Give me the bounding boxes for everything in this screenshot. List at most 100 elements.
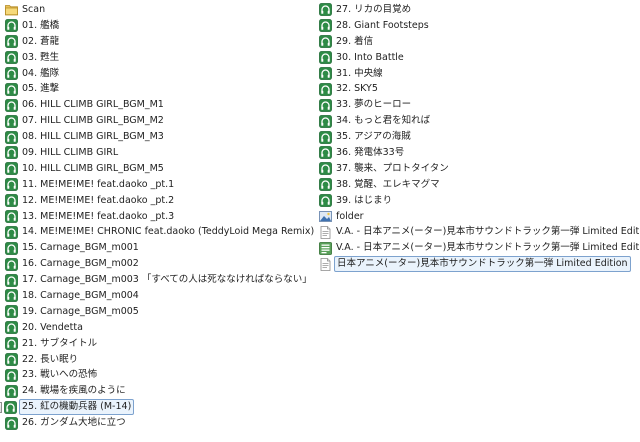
file-item[interactable]: 17. Carnage_BGM_m003 「すべての人は死ななければならない」 [4, 272, 312, 288]
file-item[interactable]: 32. SKY5 [318, 81, 640, 97]
file-item[interactable]: 10. HILL CLIMB GIRL_BGM_M5 [4, 161, 304, 177]
audio-file-icon [5, 82, 18, 96]
file-name-label: 32. SKY5 [336, 83, 378, 95]
file-name-label: 34. もっと君を知れば [336, 115, 431, 127]
file-name-label: V.A. - 日本アニメ(ーター)見本市サウンドトラック第一弾 Limited … [336, 226, 640, 238]
file-item[interactable]: 28. Giant Footsteps [318, 18, 640, 34]
file-item[interactable]: V.A. - 日本アニメ(ーター)見本市サウンドトラック第一弾 Limited … [318, 240, 640, 256]
file-item[interactable]: 31. 中央線 [318, 66, 640, 82]
file-name-label: 23. 戦いへの恐怖 [22, 369, 98, 381]
audio-file-icon [319, 3, 332, 17]
file-item[interactable]: 09. HILL CLIMB GIRL [4, 145, 304, 161]
file-name-label: 35. アジアの海賊 [336, 131, 411, 143]
file-item[interactable]: 23. 戦いへの恐怖 [4, 367, 304, 383]
file-name-label: 13. ME!ME!ME! feat.daoko _pt.3 [22, 210, 175, 222]
file-item[interactable]: 14. ME!ME!ME! CHRONIC feat.daoko (TeddyL… [4, 224, 314, 240]
file-name-label: 16. Carnage_BGM_m002 [22, 258, 139, 270]
file-name-label: 04. 艦隊 [22, 67, 60, 79]
file-name-label: 36. 発電体33号 [336, 146, 405, 158]
audio-file-icon [5, 226, 18, 239]
audio-file-icon [5, 67, 18, 80]
file-item[interactable]: 16. Carnage_BGM_m002 [4, 256, 304, 272]
audio-file-icon [5, 35, 18, 49]
audio-file-icon [5, 162, 18, 176]
file-item[interactable]: 33. 夢のヒーロー [318, 97, 640, 113]
file-item[interactable]: 12. ME!ME!ME! feat.daoko _pt.2 [4, 193, 304, 209]
file-item[interactable]: 27. リカの目覚め [318, 2, 640, 18]
file-item[interactable]: 39. はじまり [318, 193, 640, 209]
file-item[interactable]: 35. アジアの海賊 [318, 129, 640, 145]
file-item[interactable]: 04. 艦隊 [4, 66, 304, 82]
file-name-label: 25. 紅の機動兵器 (M-14) [19, 399, 135, 416]
text-document-icon [319, 257, 332, 271]
file-item[interactable]: 20. Vendetta [4, 320, 304, 336]
file-item[interactable]: 30. Into Battle [318, 50, 640, 66]
audio-file-icon [319, 162, 332, 176]
file-item[interactable]: 08. HILL CLIMB GIRL_BGM_M3 [4, 129, 304, 145]
item-checkbox[interactable] [0, 401, 2, 413]
folder-item[interactable]: Scan [4, 2, 304, 18]
file-name-label: folder [336, 210, 364, 222]
audio-file-icon [319, 114, 332, 128]
file-name-label: 33. 夢のヒーロー [336, 99, 412, 111]
file-item[interactable]: 24. 戦場を疾風のように [4, 383, 304, 399]
file-item[interactable]: 15. Carnage_BGM_m001 [4, 240, 304, 256]
file-item[interactable]: 38. 覚醒、エレキマグマ [318, 177, 640, 193]
file-name-label: 07. HILL CLIMB GIRL_BGM_M2 [22, 115, 164, 127]
file-column-right: 27. リカの目覚め 28. Giant Footsteps 29. 着信 30. I… [318, 2, 640, 273]
file-name-label: 12. ME!ME!ME! feat.daoko _pt.2 [22, 194, 175, 206]
file-item[interactable]: 26. ガンダム大地に立つ [4, 415, 304, 431]
audio-file-icon [319, 19, 332, 33]
file-name-label: 27. リカの目覚め [336, 3, 412, 15]
folder-icon [5, 3, 18, 16]
file-item[interactable]: 21. サブタイトル [4, 336, 304, 352]
audio-file-icon [5, 305, 18, 319]
file-name-label: V.A. - 日本アニメ(ーター)見本市サウンドトラック第一弾 Limited … [336, 242, 640, 254]
file-item[interactable]: 02. 蒼龍 [4, 34, 304, 50]
audio-file-icon [5, 241, 18, 255]
audio-file-icon [5, 130, 18, 144]
file-item[interactable]: 01. 艦橋 [4, 18, 304, 34]
file-name-label: 22. 長い眠り [22, 353, 79, 365]
file-name-label: 05. 進撃 [22, 83, 60, 95]
file-item[interactable]: 03. 甦生 [4, 50, 304, 66]
file-name-label: 18. Carnage_BGM_m004 [22, 289, 139, 301]
file-item[interactable]: 11. ME!ME!ME! feat.daoko _pt.1 [4, 177, 304, 193]
playlist-file-icon [319, 241, 332, 255]
file-name-label: 01. 艦橋 [22, 19, 60, 31]
audio-file-icon [5, 178, 18, 192]
file-name-label: 14. ME!ME!ME! CHRONIC feat.daoko (TeddyL… [22, 226, 315, 238]
file-item[interactable]: V.A. - 日本アニメ(ーター)見本市サウンドトラック第一弾 Limited … [318, 224, 640, 240]
file-item[interactable]: 日本アニメ(ーター)見本市サウンドトラック第一弾 Limited Edition [318, 256, 640, 273]
file-item[interactable]: 29. 着信 [318, 34, 640, 50]
file-item[interactable]: 25. 紅の機動兵器 (M-14) [0, 399, 304, 416]
file-name-label: 11. ME!ME!ME! feat.daoko _pt.1 [22, 178, 175, 190]
file-name-label: 19. Carnage_BGM_m005 [22, 305, 139, 317]
audio-file-icon [5, 98, 18, 112]
file-item[interactable]: 22. 長い眠り [4, 352, 304, 368]
file-item[interactable]: 18. Carnage_BGM_m004 [4, 288, 304, 304]
file-column-left: Scan 01. 艦橋 02. 蒼龍 03. 甦生 04. 艦隊 05. 進撃 06. HI… [0, 2, 314, 431]
audio-file-icon [5, 337, 18, 351]
file-item[interactable]: 37. 襲来、プロトタイタン [318, 161, 640, 177]
file-item[interactable]: 06. HILL CLIMB GIRL_BGM_M1 [4, 97, 304, 113]
audio-file-icon [5, 19, 18, 33]
audio-file-icon [5, 210, 18, 223]
audio-file-icon [5, 384, 18, 398]
file-item[interactable]: 13. ME!ME!ME! feat.daoko _pt.3 [4, 209, 304, 225]
audio-file-icon [5, 416, 18, 430]
audio-file-icon [5, 353, 18, 366]
file-item[interactable]: 05. 進撃 [4, 81, 304, 97]
audio-file-icon [319, 130, 332, 144]
file-item[interactable]: 19. Carnage_BGM_m005 [4, 304, 304, 320]
audio-file-icon [5, 114, 18, 128]
file-name-label: 20. Vendetta [22, 321, 83, 333]
file-item[interactable]: folder [318, 209, 640, 225]
file-name-label: 02. 蒼龍 [22, 35, 60, 47]
file-item[interactable]: 07. HILL CLIMB GIRL_BGM_M2 [4, 113, 304, 129]
file-item[interactable]: 36. 発電体33号 [318, 145, 640, 161]
file-name-label: 17. Carnage_BGM_m003 「すべての人は死ななければならない」 [22, 274, 312, 286]
file-name-label: 08. HILL CLIMB GIRL_BGM_M3 [22, 131, 164, 143]
audio-file-icon [319, 35, 332, 49]
file-item[interactable]: 34. もっと君を知れば [318, 113, 640, 129]
